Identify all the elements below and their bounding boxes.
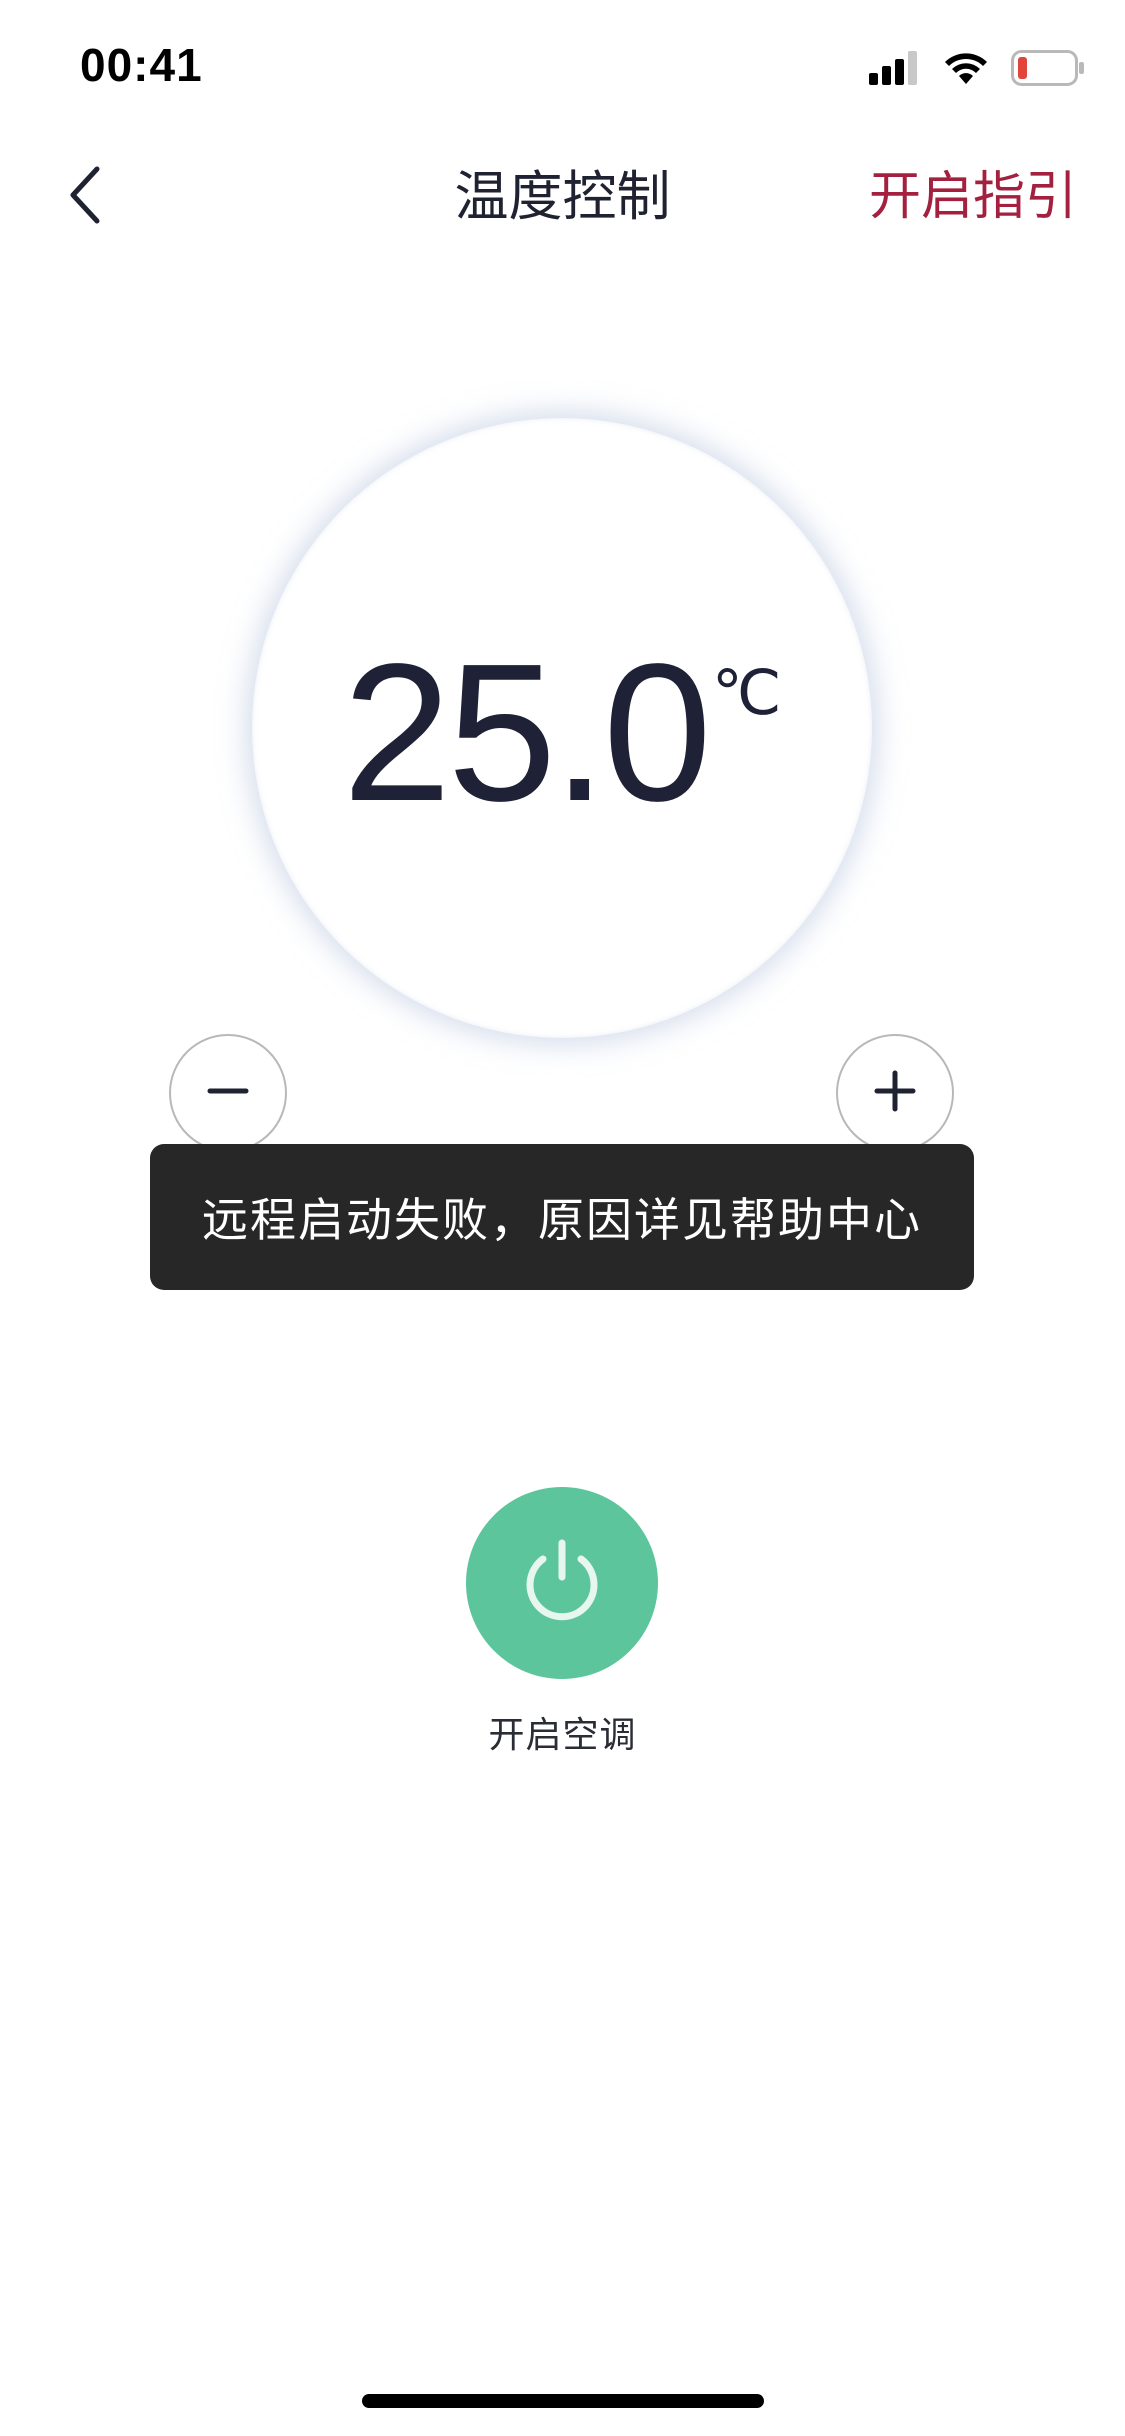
guide-link[interactable]: 开启指引 [869, 162, 1077, 232]
plus-icon [873, 1069, 917, 1117]
cellular-signal-icon [869, 51, 921, 89]
temperature-value: 25.0 [342, 623, 711, 842]
temperature-readout: 25.0 ℃ [252, 418, 872, 1038]
home-indicator[interactable] [362, 2394, 764, 2408]
battery-low-icon [1011, 50, 1085, 90]
status-time: 00:41 [80, 39, 203, 91]
status-bar: 00:41 [0, 0, 1125, 132]
decrease-temperature-button[interactable] [169, 1034, 287, 1152]
power-icon [516, 1535, 608, 1631]
toast-message: 远程启动失败，原因详见帮助中心 [150, 1144, 974, 1290]
wifi-icon [943, 51, 989, 89]
increase-temperature-button[interactable] [836, 1034, 954, 1152]
minus-icon [206, 1069, 250, 1117]
power-label: 开启空调 [488, 1715, 637, 1756]
toast-text: 远程启动失败，原因详见帮助中心 [202, 1193, 922, 1247]
nav-bar: 温度控制 开启指引 [0, 132, 1125, 264]
temperature-unit: ℃ [711, 656, 782, 729]
temperature-dial: 25.0 ℃ [252, 418, 872, 1038]
power-button[interactable] [466, 1487, 658, 1679]
status-icons [869, 50, 1085, 90]
